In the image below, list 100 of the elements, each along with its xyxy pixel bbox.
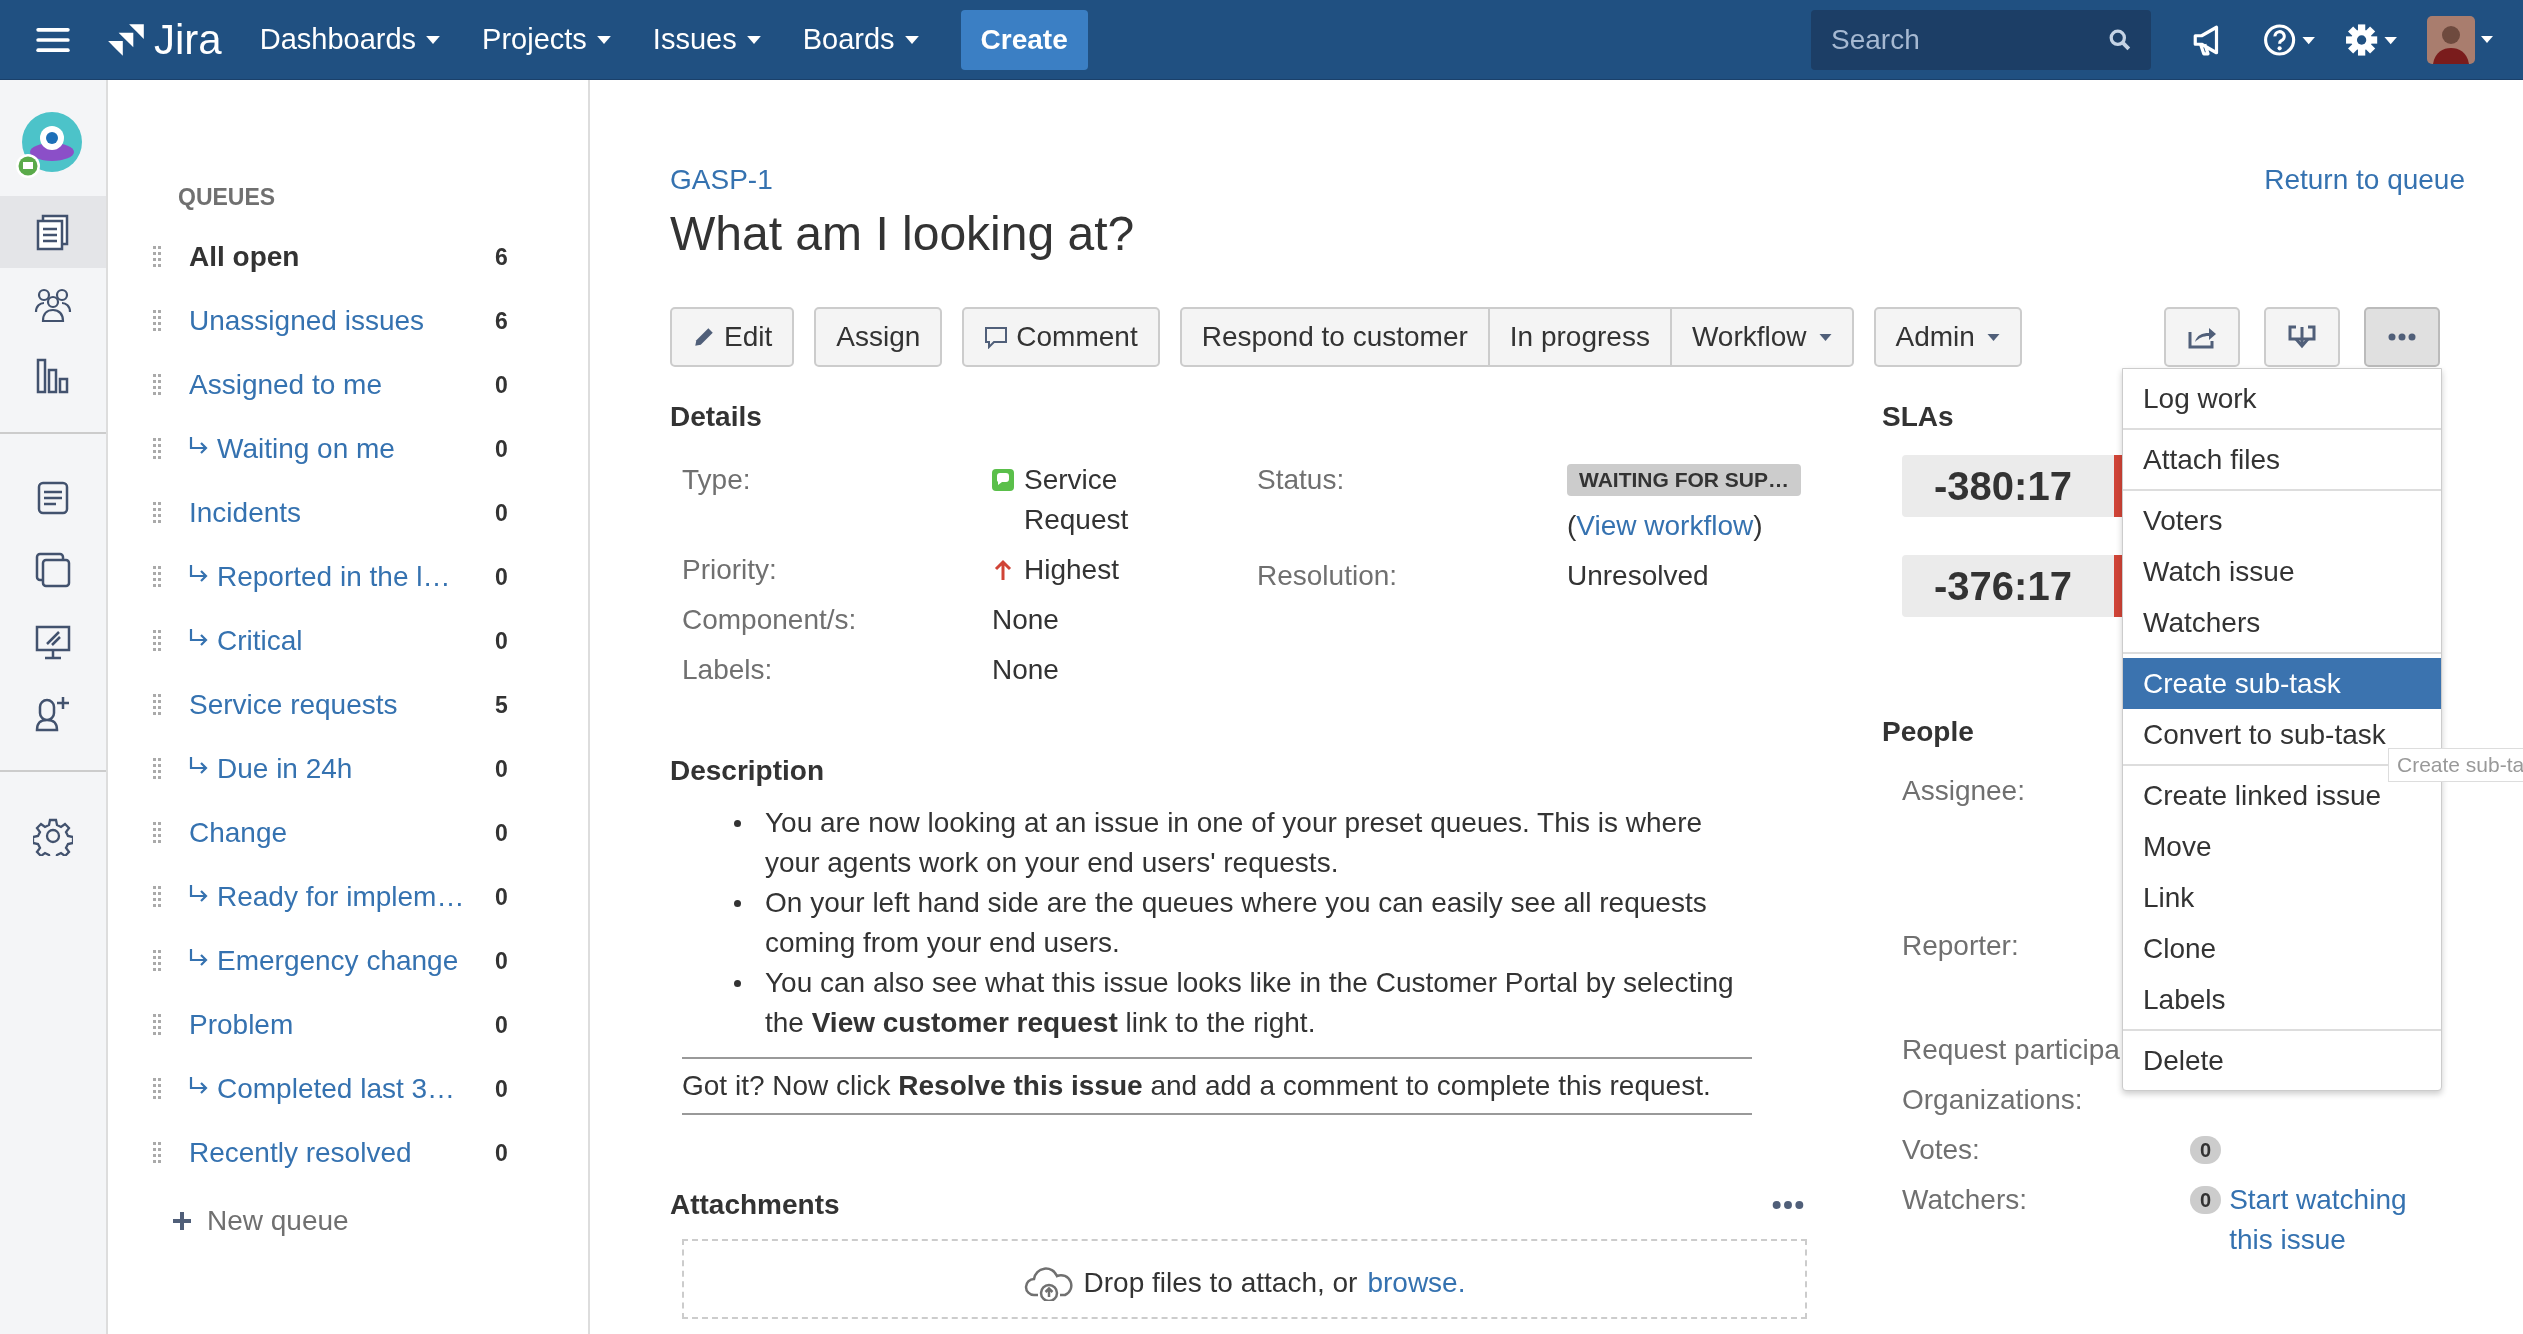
queue-link[interactable]: Ready for implem…	[217, 881, 495, 913]
queue-link[interactable]: Assigned to me	[189, 369, 495, 401]
queue-link[interactable]: Change	[189, 817, 495, 849]
drop-text: Drop files to attach, or	[1083, 1267, 1358, 1299]
field-label: Resolution:	[1257, 559, 1399, 593]
menu-item[interactable]: Labels	[2123, 974, 2441, 1025]
bullet-icon	[734, 820, 741, 827]
speech-bubble-icon	[984, 325, 1009, 349]
field-label: Priority:	[682, 553, 778, 587]
drag-handle-icon[interactable]	[153, 1014, 161, 1036]
user-avatar[interactable]	[2427, 15, 2493, 64]
toolbar-button[interactable]: Edit	[670, 307, 795, 367]
queue-link[interactable]: Recently resolved	[189, 1137, 495, 1169]
plus-icon[interactable]	[173, 1212, 191, 1230]
toolbar-button[interactable]: Assign	[814, 307, 943, 367]
menu-item[interactable]: Move	[2123, 821, 2441, 872]
queue-link[interactable]: Emergency change	[217, 945, 495, 977]
description-bullet: On your left hand side are the queues where you can easily see all requests coming from your end users.	[765, 886, 1708, 960]
drag-handle-icon[interactable]	[153, 886, 161, 908]
description-bullet: You are now looking at an issue in one of your preset queues. This is where your agents work on your end users' requests.	[765, 806, 1704, 880]
menu-item[interactable]: Clone	[2123, 923, 2441, 974]
drag-handle-icon[interactable]	[153, 822, 161, 844]
sub-arrow-icon	[189, 949, 209, 967]
menu-icon[interactable]	[36, 26, 70, 53]
help-icon[interactable]	[2263, 22, 2317, 57]
toolbar-button[interactable]: Admin	[1873, 307, 2022, 367]
queue-link[interactable]: Critical	[217, 625, 495, 657]
menu-item[interactable]: Voters	[2123, 495, 2441, 546]
pencil-icon	[692, 325, 716, 349]
field-label: Labels:	[682, 653, 774, 687]
drag-handle-icon[interactable]	[153, 246, 161, 268]
drag-handle-icon[interactable]	[153, 758, 161, 780]
queue-link[interactable]: Due in 24h	[217, 753, 495, 785]
queue-link[interactable]: Incidents	[189, 497, 495, 529]
menu-item[interactable]: Watchers	[2123, 597, 2441, 648]
nav-menu[interactable]: Dashboards	[259, 23, 417, 56]
menu-item[interactable]: Watch issue	[2123, 546, 2441, 597]
count-badge: 0	[2190, 1136, 2222, 1164]
queue-link[interactable]: Service requests	[189, 689, 495, 721]
field-label: Component/s:	[682, 603, 858, 637]
icon-button[interactable]	[2264, 307, 2340, 367]
drag-handle-icon[interactable]	[153, 438, 161, 460]
drag-handle-icon[interactable]	[153, 694, 161, 716]
search-field[interactable]: Search	[1811, 9, 2151, 70]
queue-count: 0	[495, 819, 508, 847]
queue-count: 0	[495, 1139, 508, 1167]
icon-button[interactable]	[2164, 307, 2240, 367]
nav-menu[interactable]: Issues	[652, 23, 737, 56]
search-icon[interactable]	[2109, 28, 2131, 51]
queue-link[interactable]: Completed last 3…	[217, 1073, 495, 1105]
sub-arrow-icon	[189, 757, 209, 775]
icon-button[interactable]	[2364, 307, 2440, 367]
toolbar-button[interactable]: Workflow	[1671, 307, 1854, 367]
drop-zone[interactable]: Drop files to attach, or browse.	[682, 1239, 1807, 1319]
caret-icon	[426, 35, 441, 44]
menu-item[interactable]: Link	[2123, 872, 2441, 923]
new-queue-link[interactable]: New queue	[207, 1205, 349, 1237]
drag-handle-icon[interactable]	[153, 374, 161, 396]
drag-handle-icon[interactable]	[153, 502, 161, 524]
return-link[interactable]: Return to queue	[2264, 164, 2465, 196]
drag-handle-icon[interactable]	[153, 1078, 161, 1100]
settings-icon[interactable]	[2345, 22, 2399, 57]
menu-item[interactable]: Attach files	[2123, 434, 2441, 485]
nav-menu[interactable]: Boards	[802, 23, 895, 56]
caret-icon	[1818, 333, 1832, 341]
drag-handle-icon[interactable]	[153, 566, 161, 588]
drag-handle-icon[interactable]	[153, 950, 161, 972]
queue-count: 0	[495, 627, 508, 655]
toolbar-button[interactable]: Respond to customer	[1179, 307, 1490, 367]
queue-link[interactable]: Waiting on me	[217, 433, 495, 465]
start-watching-link[interactable]: Start watching this issue	[2229, 1180, 2430, 1260]
queue-link[interactable]: Unassigned issues	[189, 305, 495, 337]
drag-handle-icon[interactable]	[153, 310, 161, 332]
queue-link[interactable]: Reported in the l…	[217, 561, 495, 593]
queue-link[interactable]: All open	[189, 241, 495, 273]
issue-key-link[interactable]: GASP-1	[670, 164, 1135, 196]
project-avatar[interactable]	[14, 110, 84, 180]
logo-text[interactable]: Jira	[154, 15, 222, 64]
browse-link[interactable]: browse.	[1367, 1267, 1466, 1299]
status-lozenge[interactable]: WAITING FOR SUP…	[1567, 464, 1801, 496]
field-label: Status:	[1257, 463, 1346, 497]
queue-link[interactable]: Problem	[189, 1009, 495, 1041]
nav-menu[interactable]: Projects	[482, 23, 587, 56]
view-workflow-link[interactable]: View workflow	[1576, 510, 1754, 541]
rail-tab[interactable]	[0, 196, 106, 268]
menu-item[interactable]: Delete	[2123, 1035, 2441, 1086]
field-label: Watchers:	[1902, 1184, 2027, 1215]
more-icon[interactable]	[1771, 1200, 1805, 1210]
toolbar-button[interactable]: In progress	[1489, 307, 1672, 367]
create-button[interactable]: Create	[960, 9, 1088, 70]
note-text: Got it? Now click Resolve this issue and add a comment to complete this request.	[682, 1070, 1711, 1101]
menu-item[interactable]: Log work	[2123, 373, 2441, 424]
paren-text: )	[1753, 510, 1763, 541]
menu-item[interactable]: Create sub-task	[2123, 658, 2441, 709]
field-value: Highest	[1024, 553, 1119, 587]
queue-count: 6	[495, 243, 508, 271]
toolbar-button[interactable]: Comment	[962, 307, 1160, 367]
drag-handle-icon[interactable]	[153, 630, 161, 652]
windows-icon	[33, 550, 73, 590]
drag-handle-icon[interactable]	[153, 1142, 161, 1164]
